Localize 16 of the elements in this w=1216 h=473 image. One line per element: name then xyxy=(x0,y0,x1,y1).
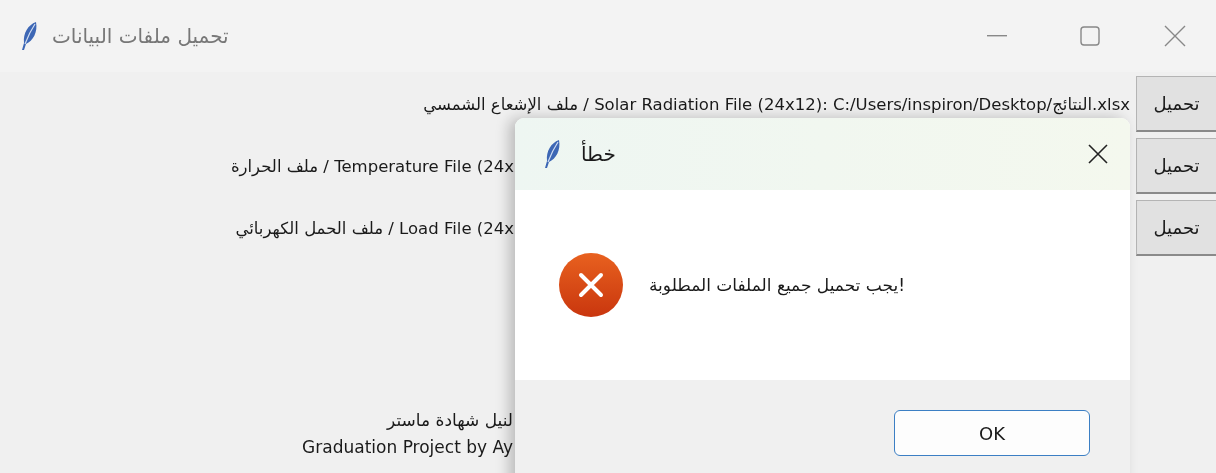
credit-text: لنيل شهادة ماستر xyxy=(387,409,513,433)
load-button[interactable]: تحميل xyxy=(1136,200,1216,256)
maximize-icon[interactable] xyxy=(1080,26,1100,46)
load-button[interactable]: تحميل xyxy=(1136,76,1216,132)
file-label: ملف الحمل الكهربائي / Load File (24x xyxy=(235,218,514,238)
window-title: تحميل ملفات البيانات xyxy=(52,24,230,48)
file-label: ملف الإشعاع الشمسي / Solar Radiation File (24x12): C:/Users/inspiron/Desktop/النتائج.xlsx xyxy=(423,94,1130,114)
ok-button[interactable]: OK xyxy=(894,410,1090,456)
credit-text: Graduation Project by Ay xyxy=(302,436,513,459)
load-button[interactable]: تحميل xyxy=(1136,138,1216,194)
dialog-title: خطأ xyxy=(581,142,617,166)
minimize-icon[interactable] xyxy=(987,35,1007,37)
close-icon[interactable] xyxy=(1088,144,1108,164)
error-icon xyxy=(559,253,623,317)
file-label: ملف الحرارة / Temperature File (24x xyxy=(230,156,514,176)
error-message: !يجب تحميل جميع الملفات المطلوبة xyxy=(649,275,905,295)
